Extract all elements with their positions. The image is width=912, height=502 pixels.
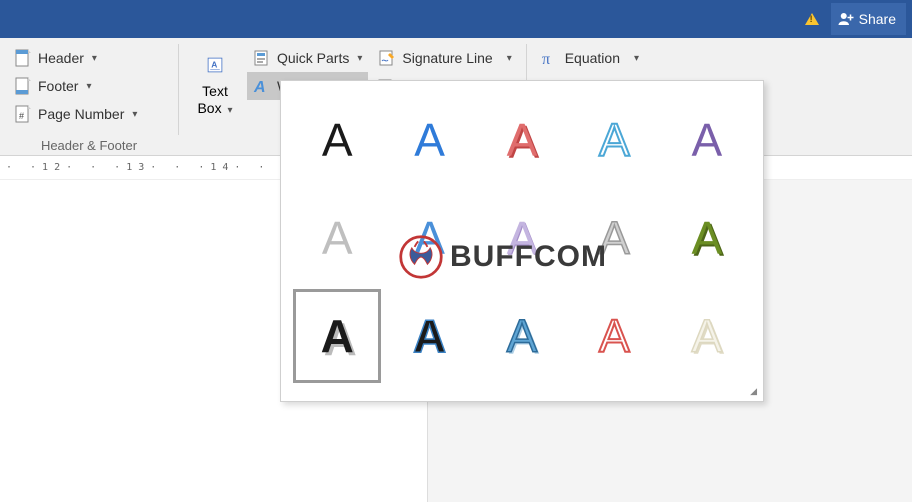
wordart-glyph: A [691, 215, 722, 261]
wordart-style-black-blue-outline[interactable]: A [385, 289, 473, 383]
group-header-footer: Header ▾ Footer ▾ # Page Number ▾ Header… [0, 38, 178, 155]
wordart-glyph: A [507, 215, 538, 261]
wordart-style-fill-blue2[interactable]: A [385, 191, 473, 285]
footer-label: Footer [38, 78, 78, 94]
text-box-button[interactable]: A Text Box ▾ [187, 44, 243, 155]
equation-icon: π [541, 49, 559, 67]
equation-button[interactable]: π Equation ▾ [535, 44, 645, 72]
group-label-header-footer: Header & Footer [0, 138, 178, 153]
wordart-style-white-bevel[interactable]: A [663, 289, 751, 383]
wordart-glyph: A [414, 117, 445, 163]
wordart-style-fill-black[interactable]: A [293, 93, 381, 187]
share-button[interactable]: Share [831, 3, 906, 35]
wordart-style-fill-purple[interactable]: A [663, 93, 751, 187]
wordart-style-fill-blue[interactable]: A [385, 93, 473, 187]
quick-parts-icon [253, 49, 271, 67]
resize-handle-icon[interactable]: ◢ [750, 386, 757, 397]
wordart-glyph: A [321, 313, 354, 359]
chevron-down-icon: ▾ [634, 53, 639, 64]
wordart-style-fill-gray[interactable]: A [293, 191, 381, 285]
svg-text:π: π [542, 51, 550, 67]
page-number-icon: # [14, 105, 32, 123]
signature-line-button[interactable]: Signature Line ▾ [372, 44, 517, 72]
text-box-label-2: Box [197, 100, 221, 116]
quick-parts-label: Quick Parts [277, 50, 349, 66]
title-bar: Share [0, 0, 912, 38]
wordart-gallery: A A A A A A A A A A A A A A A ◢ [280, 80, 764, 402]
header-button[interactable]: Header ▾ [8, 44, 170, 72]
wordart-glyph: A [599, 215, 630, 261]
header-label: Header [38, 50, 84, 66]
svg-text:#: # [19, 111, 24, 121]
wordart-glyph: A [322, 215, 353, 261]
page-number-label: Page Number [38, 106, 124, 122]
wordart-style-fill-olive[interactable]: A [663, 191, 751, 285]
wordart-style-red-outline[interactable]: A [570, 289, 658, 383]
warning-icon [805, 13, 819, 25]
chevron-down-icon: ▾ [507, 53, 512, 64]
wordart-glyph: A [413, 313, 446, 359]
chevron-down-icon: ▾ [132, 109, 137, 120]
wordart-glyph: A [507, 313, 538, 359]
header-icon [14, 49, 32, 67]
footer-button[interactable]: Footer ▾ [8, 72, 170, 100]
svg-text:A: A [211, 60, 217, 70]
chevron-down-icon: ▾ [357, 53, 362, 64]
share-label: Share [859, 11, 896, 27]
wordart-style-outline-blue[interactable]: A [570, 93, 658, 187]
footer-icon [14, 77, 32, 95]
quick-parts-button[interactable]: Quick Parts ▾ [247, 44, 368, 72]
share-icon [837, 10, 855, 28]
wordart-style-black-bevel[interactable]: A [293, 289, 381, 383]
signature-line-label: Signature Line [402, 50, 492, 66]
wordart-glyph: A [507, 117, 538, 163]
wordart-style-fill-red-shadow[interactable]: A [478, 93, 566, 187]
page-number-button[interactable]: # Page Number ▾ [8, 100, 170, 128]
wordart-glyph: A [691, 117, 722, 163]
chevron-down-icon: ▾ [86, 81, 91, 92]
equation-label: Equation [565, 50, 620, 66]
wordart-glyph: A [322, 117, 353, 163]
text-box-label-1: Text [202, 83, 228, 99]
svg-text:A: A [253, 79, 266, 95]
chevron-down-icon: ▾ [92, 53, 97, 64]
text-box-icon: A [198, 48, 232, 82]
wordart-glyph: A [691, 313, 722, 359]
chevron-down-icon: ▾ [227, 105, 232, 116]
wordart-glyph: A [599, 117, 630, 163]
wordart-style-gradient-gray[interactable]: A [570, 191, 658, 285]
wordart-glyph: A [599, 313, 630, 359]
signature-line-icon [378, 49, 396, 67]
wordart-icon: A [253, 77, 271, 95]
wordart-style-fill-lavender[interactable]: A [478, 191, 566, 285]
wordart-glyph: A [414, 215, 445, 261]
wordart-style-blue-3d[interactable]: A [478, 289, 566, 383]
